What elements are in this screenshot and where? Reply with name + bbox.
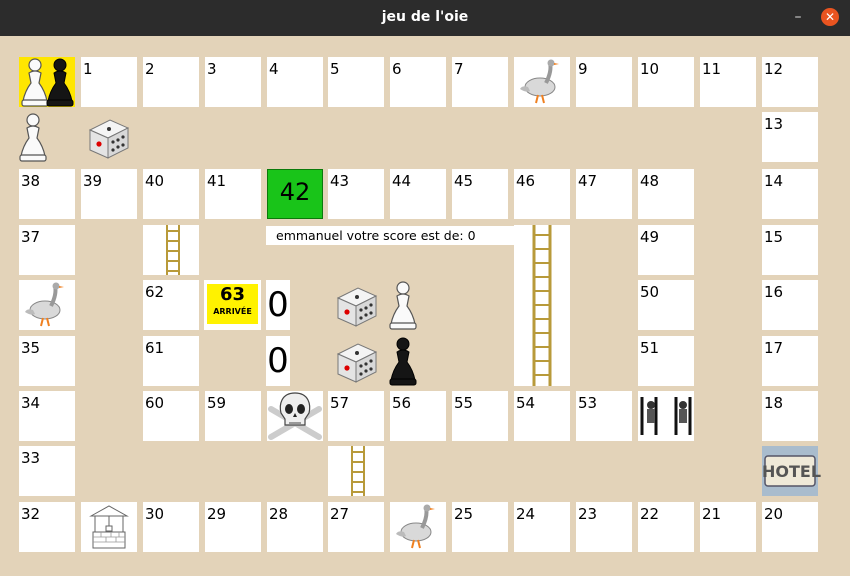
- player1-score: 0: [266, 280, 290, 330]
- board-cell-18: 18: [762, 391, 818, 441]
- board-cell-47: 47: [576, 169, 632, 219]
- white-pawn-icon: [19, 113, 47, 162]
- board-cell-1: 1: [81, 57, 137, 107]
- close-button[interactable]: ✕: [821, 8, 839, 26]
- goose-icon: [394, 502, 437, 550]
- goose-cell: [390, 502, 446, 552]
- finish-cell-63: 63 ARRIVÉE: [204, 280, 261, 330]
- board-cell-35: 35: [19, 336, 75, 386]
- board-cell-22: 22: [638, 502, 694, 552]
- board-cell-40: 40: [143, 169, 199, 219]
- hotel-label: HOTEL: [762, 462, 822, 481]
- board-cell-56: 56: [390, 391, 446, 441]
- board-cell-57: 57: [328, 391, 384, 441]
- board-cell-3: 3: [205, 57, 261, 107]
- minimize-button[interactable]: –: [788, 7, 808, 27]
- window-title: jeu de l'oie: [381, 9, 469, 25]
- board-cell-43: 43: [328, 169, 384, 219]
- board-cell-12: 12: [762, 57, 818, 107]
- board-cell-13: 13: [762, 112, 818, 162]
- board-cell-9: 9: [576, 57, 632, 107]
- board-cell-11: 11: [700, 57, 756, 107]
- board-cell-20: 20: [762, 502, 818, 552]
- board-cell-60: 60: [143, 391, 199, 441]
- board-cell-62: 62: [143, 280, 199, 330]
- goose-icon: [23, 280, 66, 328]
- goose-cell: [514, 57, 570, 107]
- board-cell-39: 39: [81, 169, 137, 219]
- board-cell-51: 51: [638, 336, 694, 386]
- board-cell-14: 14: [762, 169, 818, 219]
- board-cell-4: 4: [267, 57, 323, 107]
- board-cell-7: 7: [452, 57, 508, 107]
- player2-score: 0: [266, 336, 290, 386]
- white-pawn-icon: [389, 281, 417, 330]
- board-cell-34: 34: [19, 391, 75, 441]
- board-cell-25: 25: [452, 502, 508, 552]
- board-cell-38: 38: [19, 169, 75, 219]
- ladder-icon: [143, 225, 199, 275]
- title-bar: jeu de l'oie – ✕: [0, 0, 850, 36]
- skull-icon: [268, 392, 322, 440]
- board-cell-17: 17: [762, 336, 818, 386]
- board-cell-5: 5: [328, 57, 384, 107]
- ladder-icon: [328, 446, 384, 496]
- board-cell-48: 48: [638, 169, 694, 219]
- goose-cell: [19, 280, 75, 330]
- board-cell-50: 50: [638, 280, 694, 330]
- well-icon: [89, 505, 129, 549]
- start-cell: [19, 57, 75, 107]
- board-cell-16: 16: [762, 280, 818, 330]
- board-cell-24: 24: [514, 502, 570, 552]
- board-cell-44: 44: [390, 169, 446, 219]
- ladder-icon: [532, 225, 552, 386]
- dice-icon[interactable]: [84, 114, 134, 164]
- board-cell-45: 45: [452, 169, 508, 219]
- ladder-cell: [328, 446, 384, 496]
- hotel-cell: HOTEL: [762, 446, 822, 496]
- board-cell-54: 54: [514, 391, 570, 441]
- goose-icon: [518, 57, 561, 105]
- board-cell-10: 10: [638, 57, 694, 107]
- long-ladder: [514, 225, 570, 386]
- board-cell-53: 53: [576, 391, 632, 441]
- board-cell-55: 55: [452, 391, 508, 441]
- board-cell-15: 15: [762, 225, 818, 275]
- board-cell-49: 49: [638, 225, 694, 275]
- board-cell-61: 61: [143, 336, 199, 386]
- well-cell: [81, 502, 137, 552]
- board-cell-33: 33: [19, 446, 75, 496]
- board-cell-23: 23: [576, 502, 632, 552]
- prison-icon: [638, 391, 694, 441]
- board-cell-59: 59: [205, 391, 261, 441]
- dice-icon[interactable]: [332, 282, 382, 332]
- black-pawn-icon: [46, 58, 74, 107]
- board-cell-6: 6: [390, 57, 446, 107]
- board-cell-32: 32: [19, 502, 75, 552]
- board-cell-30: 30: [143, 502, 199, 552]
- board-cell-28: 28: [267, 502, 323, 552]
- board-cell-29: 29: [205, 502, 261, 552]
- board-cell-46: 46: [514, 169, 570, 219]
- ladder-cell: [143, 225, 199, 275]
- dice-icon[interactable]: [332, 338, 382, 388]
- board-cell-37: 37: [19, 225, 75, 275]
- score-message: emmanuel votre score est de: 0: [266, 226, 514, 245]
- board-cell-41: 41: [205, 169, 261, 219]
- board-cell-2: 2: [143, 57, 199, 107]
- black-pawn-icon: [389, 337, 417, 386]
- board-cell-42: 42: [267, 169, 323, 219]
- board-cell-21: 21: [700, 502, 756, 552]
- board-cell-27: 27: [328, 502, 384, 552]
- prison-cell: [638, 391, 694, 441]
- death-cell: [267, 391, 323, 441]
